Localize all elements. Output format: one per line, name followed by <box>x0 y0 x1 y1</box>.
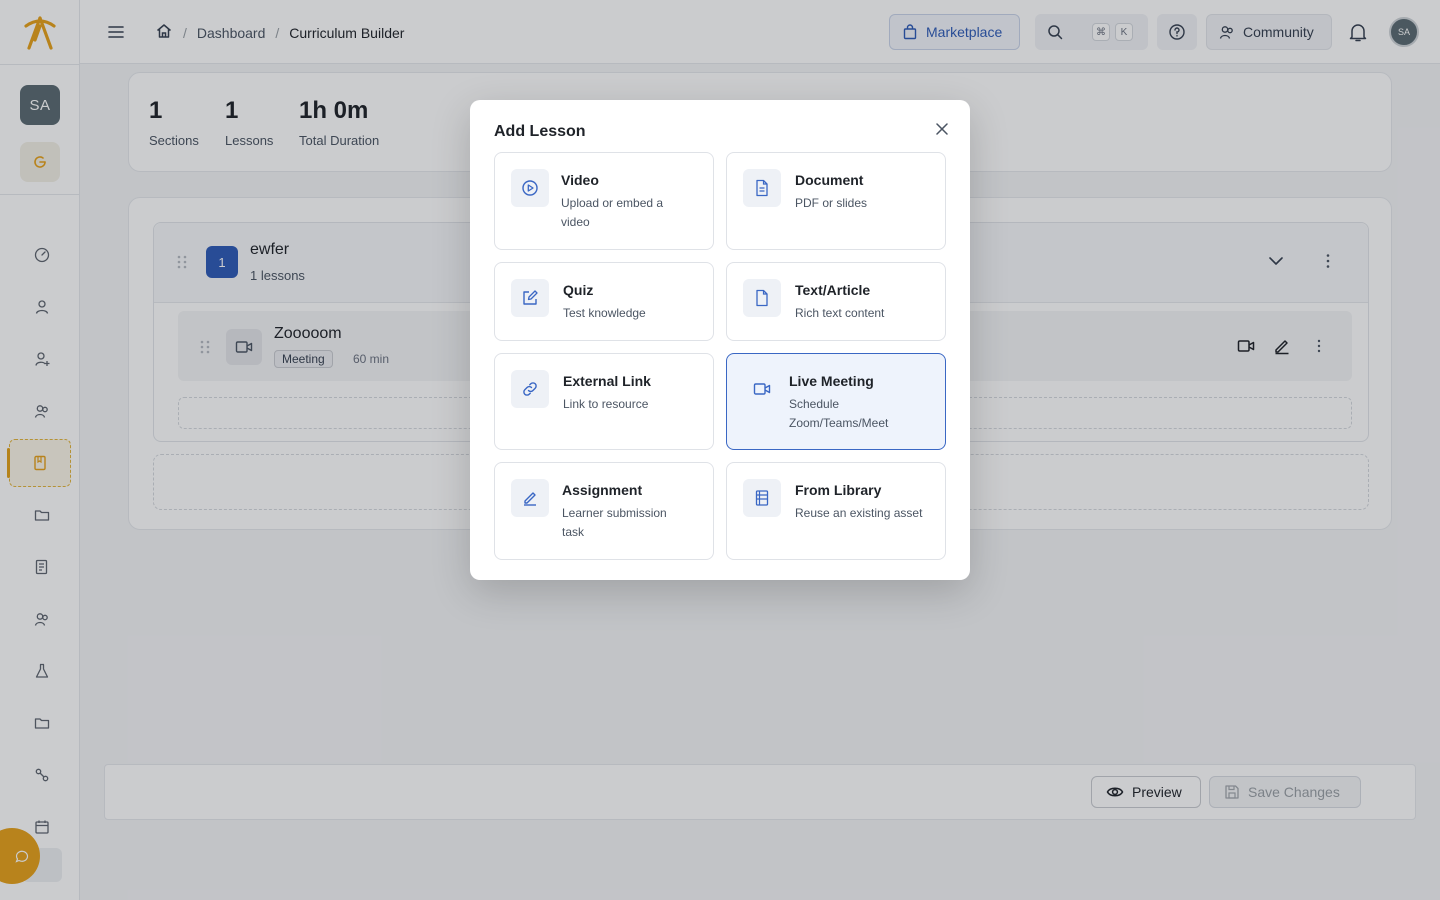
option-name: External Link <box>563 373 651 389</box>
option-name: Document <box>795 172 864 188</box>
lesson-option-text-article[interactable]: Text/Article Rich text content <box>726 262 946 341</box>
add-lesson-modal: Add Lesson Video Upload or embed a video… <box>470 100 970 580</box>
lesson-option-live-meeting[interactable]: Live Meeting Schedule Zoom/Teams/Meet <box>726 353 946 450</box>
pen-icon <box>511 479 549 517</box>
option-description: Schedule Zoom/Teams/Meet <box>789 397 889 430</box>
option-name: Live Meeting <box>789 373 874 389</box>
lesson-option-from-library[interactable]: From Library Reuse an existing asset <box>726 462 946 560</box>
option-description: Link to resource <box>563 397 649 411</box>
option-description: Reuse an existing asset <box>795 506 923 520</box>
option-name: Video <box>561 172 599 188</box>
video-camera-icon <box>743 370 781 408</box>
play-circle-icon <box>511 169 549 207</box>
option-name: Quiz <box>563 282 594 298</box>
option-description: Test knowledge <box>563 306 646 320</box>
option-name: Assignment <box>562 482 643 498</box>
lesson-option-document[interactable]: Document PDF or slides <box>726 152 946 250</box>
link-icon <box>511 370 549 408</box>
lesson-option-video[interactable]: Video Upload or embed a video <box>494 152 714 250</box>
lesson-option-external-link[interactable]: External Link Link to resource <box>494 353 714 450</box>
option-name: From Library <box>795 482 882 498</box>
option-description: Learner submission task <box>562 506 667 539</box>
close-icon[interactable] <box>932 119 952 139</box>
option-description: PDF or slides <box>795 196 868 210</box>
document-icon <box>743 169 781 207</box>
option-name: Text/Article <box>795 282 871 298</box>
lesson-option-assignment[interactable]: Assignment Learner submission task <box>494 462 714 560</box>
library-icon <box>743 479 781 517</box>
file-icon <box>743 279 781 317</box>
lesson-option-quiz[interactable]: Quiz Test knowledge <box>494 262 714 341</box>
edit-square-icon <box>511 279 549 317</box>
option-description: Upload or embed a video <box>561 196 664 229</box>
option-description: Rich text content <box>795 306 885 320</box>
modal-title: Add Lesson <box>494 123 586 140</box>
